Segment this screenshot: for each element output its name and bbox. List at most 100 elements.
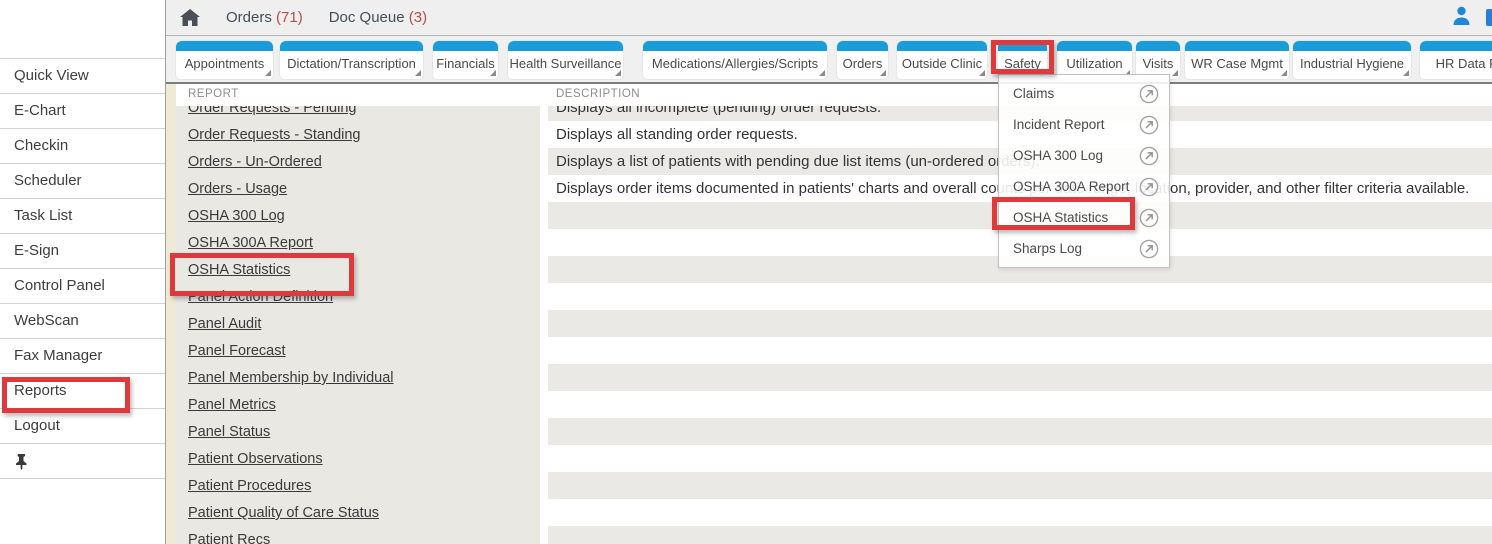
sidebar-item-logout[interactable]: Logout <box>0 409 165 444</box>
tab-outside-clinic[interactable]: Outside Clinic <box>897 41 987 79</box>
sidebar-item-task-list[interactable]: Task List <box>0 199 165 234</box>
tab-orders[interactable]: Orders <box>837 41 888 79</box>
column-gutter <box>540 148 548 175</box>
column-gutter <box>540 526 548 544</box>
table-row: Patient Quality of Care Status <box>176 499 1492 526</box>
table-row: Panel Metrics <box>176 391 1492 418</box>
tab-dropdown-caret-icon <box>880 70 886 76</box>
sidebar-item-control-panel[interactable]: Control Panel <box>0 269 165 304</box>
sidebar-menu: Quick ViewE-ChartCheckinSchedulerTask Li… <box>0 58 165 479</box>
table-row: Panel Forecast <box>176 337 1492 364</box>
menu-item-incident-report[interactable]: Incident Report <box>999 109 1169 140</box>
sidebar-item-fax-manager[interactable]: Fax Manager <box>0 339 165 374</box>
tab-label: Health Surveillance <box>508 51 623 77</box>
report-link-panel-audit[interactable]: Panel Audit <box>188 316 261 332</box>
tab-dictation-transcription[interactable]: Dictation/Transcription <box>280 41 423 79</box>
report-cell: Panel Action Definition <box>176 283 540 310</box>
column-gutter <box>540 121 548 148</box>
tab-label: Appointments <box>176 51 273 77</box>
menu-item-claims[interactable]: Claims <box>999 78 1169 109</box>
report-link-panel-metrics[interactable]: Panel Metrics <box>188 397 276 413</box>
open-in-new-icon[interactable] <box>1139 115 1159 135</box>
column-gutter <box>540 337 548 364</box>
sidebar-item-webscan[interactable]: WebScan <box>0 304 165 339</box>
tab-accent-strip <box>837 41 888 51</box>
tab-medications-allergies-scripts[interactable]: Medications/Allergies/Scripts <box>643 41 827 79</box>
report-description <box>548 310 1492 337</box>
tab-accent-strip <box>176 41 273 51</box>
open-in-new-icon[interactable] <box>1139 208 1159 228</box>
open-in-new-icon[interactable] <box>1139 239 1159 259</box>
report-link-panel-forecast[interactable]: Panel Forecast <box>188 343 286 359</box>
column-gutter <box>540 418 548 445</box>
report-description <box>548 418 1492 445</box>
home-icon[interactable] <box>180 9 200 26</box>
sidebar: Quick ViewE-ChartCheckinSchedulerTask Li… <box>0 0 166 544</box>
tab-accent-strip <box>643 41 827 51</box>
tab-health-surveillance[interactable]: Health Surveillance <box>508 41 623 79</box>
menu-item-label: Sharps Log <box>1013 241 1082 256</box>
tab-label: HR Data Fe <box>1420 51 1492 77</box>
tab-label: Financials <box>433 51 498 77</box>
menu-item-label: Claims <box>1013 86 1054 101</box>
table-row: Panel Action Definition <box>176 283 1492 310</box>
column-header-description: DESCRIPTION <box>556 88 640 100</box>
report-cell: Panel Metrics <box>176 391 540 418</box>
sidebar-item-scheduler[interactable]: Scheduler <box>0 164 165 199</box>
report-link-patient-observations[interactable]: Patient Observations <box>188 451 323 467</box>
report-link-patient-procedures[interactable]: Patient Procedures <box>188 478 311 494</box>
tab-financials[interactable]: Financials <box>433 41 498 79</box>
report-link-orders-usage[interactable]: Orders - Usage <box>188 181 287 197</box>
sidebar-item-e-sign[interactable]: E-Sign <box>0 234 165 269</box>
orders-queue-link[interactable]: Orders (71) <box>226 9 303 26</box>
tab-accent-strip <box>998 41 1047 51</box>
tab-appointments[interactable]: Appointments <box>176 41 273 79</box>
tab-dropdown-caret-icon <box>979 70 985 76</box>
tab-industrial-hygiene[interactable]: Industrial Hygiene <box>1293 41 1411 79</box>
user-icon[interactable] <box>1451 5 1472 31</box>
report-link-osha-statistics[interactable]: OSHA Statistics <box>188 262 290 278</box>
tab-hr-data-fe[interactable]: HR Data Fe <box>1420 41 1492 79</box>
table-row: Order Requests - StandingDisplays all st… <box>176 121 1492 148</box>
report-cell: Panel Status <box>176 418 540 445</box>
tab-label: Medications/Allergies/Scripts <box>643 51 827 77</box>
sidebar-item-checkin[interactable]: Checkin <box>0 129 165 164</box>
report-link-patient-recs[interactable]: Patient Recs <box>188 532 270 544</box>
report-link-panel-status[interactable]: Panel Status <box>188 424 270 440</box>
panel-left-strip <box>166 84 176 544</box>
tab-dropdown-caret-icon <box>615 70 621 76</box>
open-in-new-icon[interactable] <box>1139 177 1159 197</box>
table-row: Panel Membership by Individual <box>176 364 1492 391</box>
report-link-osha-300-log[interactable]: OSHA 300 Log <box>188 208 285 224</box>
sidebar-item-reports[interactable]: Reports <box>0 374 165 409</box>
sidebar-item-e-chart[interactable]: E-Chart <box>0 94 165 129</box>
report-cell: Panel Membership by Individual <box>176 364 540 391</box>
report-rows: Order Requests - PendingDisplays all inc… <box>176 94 1492 544</box>
menu-item-label: OSHA 300 Log <box>1013 148 1103 163</box>
sidebar-pin-item[interactable] <box>0 444 165 479</box>
report-cell: Patient Observations <box>176 445 540 472</box>
report-link-order-requests-standing[interactable]: Order Requests - Standing <box>188 127 360 143</box>
open-in-new-icon[interactable] <box>1139 146 1159 166</box>
menu-item-sharps-log[interactable]: Sharps Log <box>999 233 1169 264</box>
sidebar-item-quick-view[interactable]: Quick View <box>0 59 165 94</box>
report-cell: Patient Procedures <box>176 472 540 499</box>
report-link-osha-300a-report[interactable]: OSHA 300A Report <box>188 235 313 251</box>
report-cell: OSHA Statistics <box>176 256 540 283</box>
tab-accent-strip <box>1420 41 1492 51</box>
menu-item-osha-300-log[interactable]: OSHA 300 Log <box>999 140 1169 171</box>
report-link-panel-action-definition[interactable]: Panel Action Definition <box>188 289 333 305</box>
report-link-patient-quality-of-care-status[interactable]: Patient Quality of Care Status <box>188 505 379 521</box>
report-link-orders-un-ordered[interactable]: Orders - Un-Ordered <box>188 154 322 170</box>
pushpin-icon <box>14 457 29 474</box>
report-cell: Panel Forecast <box>176 337 540 364</box>
menu-item-osha-300a-report[interactable]: OSHA 300A Report <box>999 171 1169 202</box>
tab-wr-case-mgmt[interactable]: WR Case Mgmt <box>1185 41 1289 79</box>
report-cell: Orders - Usage <box>176 175 540 202</box>
column-header-report: REPORT <box>188 88 239 100</box>
report-cell: OSHA 300 Log <box>176 202 540 229</box>
open-in-new-icon[interactable] <box>1139 84 1159 104</box>
doc-queue-link[interactable]: Doc Queue (3) <box>329 9 427 26</box>
menu-item-osha-statistics[interactable]: OSHA Statistics <box>999 202 1169 233</box>
report-link-panel-membership-by-individual[interactable]: Panel Membership by Individual <box>188 370 394 386</box>
